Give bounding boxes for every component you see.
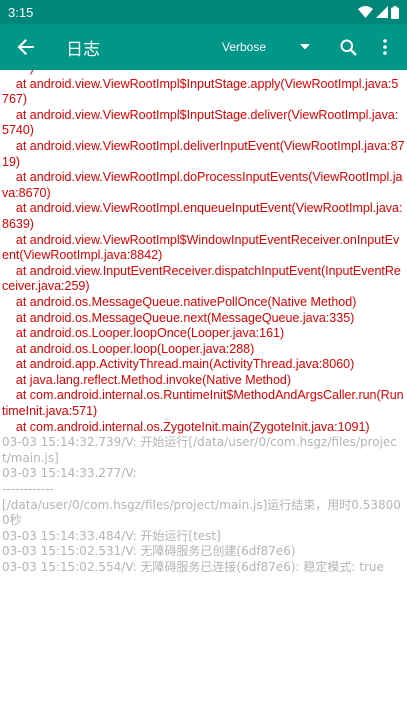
log-line-error: at android.view.ViewRootImpl$InputStage.… [2,76,399,107]
log-line-info: 03-03 15:14:33.484/V: 开始运行[test] [2,528,221,543]
log-line-error: at android.view.ViewRootImpl.deliverInpu… [2,138,405,169]
signal-icon [376,6,388,18]
log-line-error: at android.view.ViewRootImpl.doProcessIn… [2,170,403,200]
caret-down-icon [300,44,310,50]
status-icons [358,5,399,19]
log-view[interactable]: ) at android.view.ViewRootImpl$InputStag… [0,70,407,718]
log-line-info: 03-03 15:14:32.739/V: 开始运行[/data/user/0/… [2,435,397,465]
log-line-info: 03-03 15:15:02.531/V: 无障碍服务已创建(6df87e6) [2,544,296,559]
log-line-error: at android.view.ViewRootImpl.enqueueInpu… [2,201,403,231]
log-line-error: at android.os.Looper.loopOnce(Looper.jav… [2,326,285,341]
more-vert-icon [383,39,387,55]
log-line-error: at com.android.internal.os.ZygoteInit.ma… [2,419,370,434]
wifi-icon [358,6,373,18]
log-line-error: at android.os.MessageQueue.nativePollOnc… [2,294,357,309]
log-line-info: 03-03 15:15:02.554/V: 无障碍服务已连接(6df87e6):… [2,560,384,574]
search-button[interactable] [334,24,362,70]
app-toolbar: 日志 Verbose [0,24,407,70]
log-line-error: ) [2,70,405,77]
log-lines: ) at android.view.ViewRootImpl$InputStag… [2,70,405,576]
more-options-button[interactable] [372,24,398,70]
arrow-back-icon [17,39,34,55]
log-level-value: Verbose [222,40,267,54]
log-line-error: at com.android.internal.os.RuntimeInit$M… [2,388,404,419]
log-line-error: at android.view.InputEventReceiver.dispa… [2,263,401,294]
log-line-error: at android.view.ViewRootImpl$WindowInput… [2,232,400,263]
log-line-error: at android.view.ViewRootImpl$InputStage.… [2,107,399,138]
page-title: 日志 [66,39,100,60]
status-time: 3:15 [8,4,34,20]
back-button[interactable] [0,24,52,70]
status-bar: 3:15 [0,0,407,24]
log-line-error: at android.app.ActivityThread.main(Activ… [2,357,355,372]
log-line-error: at android.os.MessageQueue.next(MessageQ… [2,310,355,325]
battery-icon [391,5,399,19]
log-level-select[interactable]: Verbose [222,24,314,70]
search-icon [340,39,357,56]
log-line-error: at java.lang.reflect.Method.invoke(Nativ… [2,372,292,387]
log-line-error: at android.os.Looper.loop(Looper.java:28… [2,341,255,356]
log-line-info: 03-03 15:14:33.277/V: ------------ [/dat… [2,466,401,528]
